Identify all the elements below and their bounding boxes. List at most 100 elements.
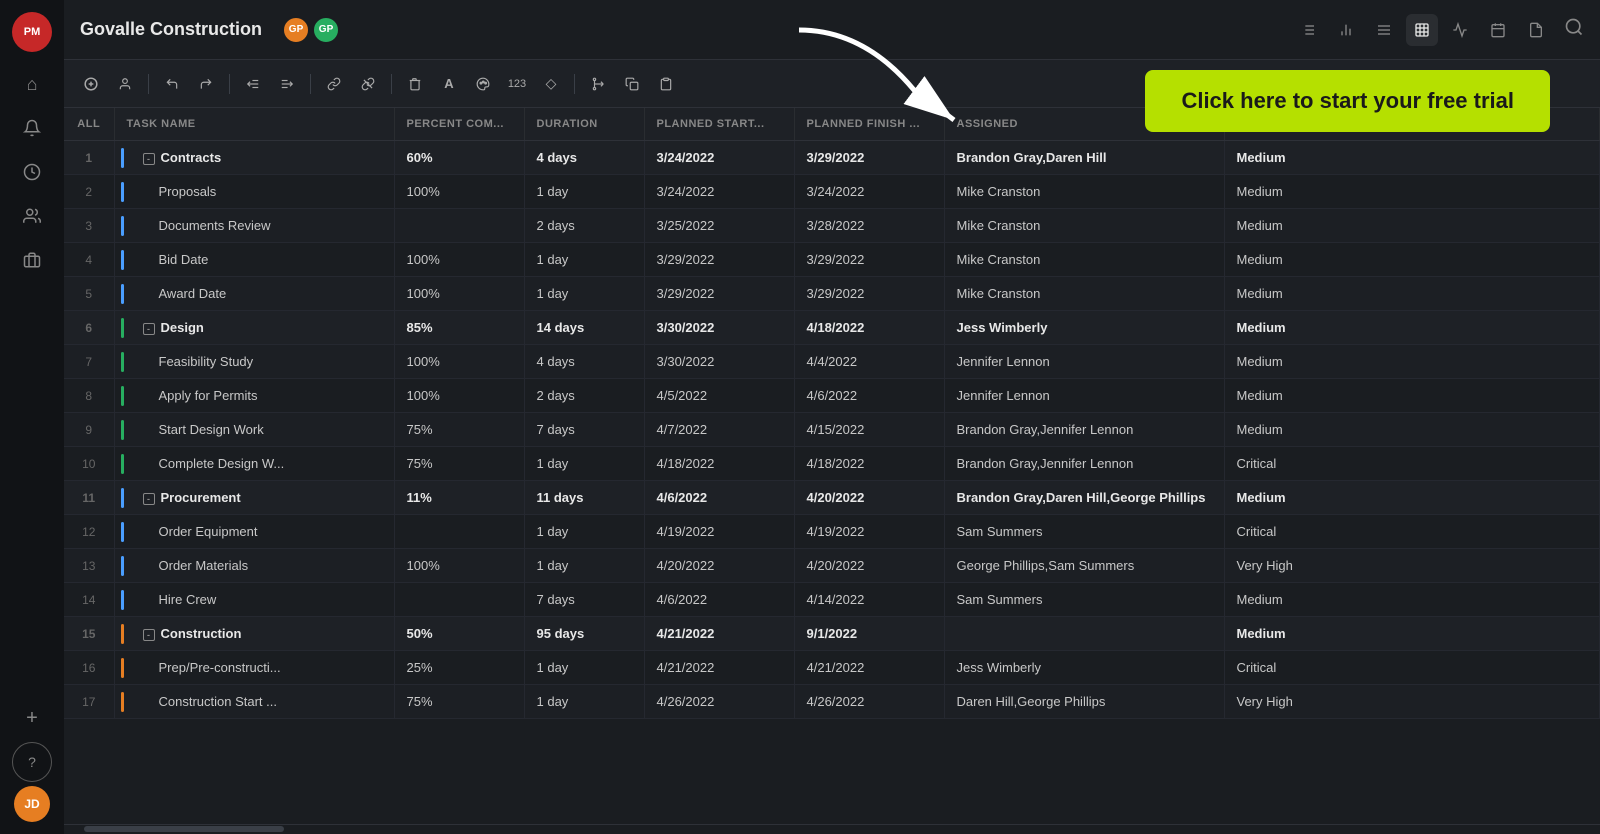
view-chart-icon[interactable] [1330, 14, 1362, 46]
table-row[interactable]: 7Feasibility Study100%4 days3/30/20224/4… [64, 345, 1600, 379]
task-name-cell[interactable]: Documents Review [114, 209, 394, 243]
task-name-cell[interactable]: Bid Date [114, 243, 394, 277]
table-row[interactable]: 12Order Equipment1 day4/19/20224/19/2022… [64, 515, 1600, 549]
table-row[interactable]: 4Bid Date100%1 day3/29/20223/29/2022Mike… [64, 243, 1600, 277]
app-logo[interactable]: PM [12, 12, 52, 52]
dependency-button[interactable] [353, 69, 383, 99]
priority-cell: Medium [1224, 345, 1600, 379]
task-name-cell[interactable]: Order Materials [114, 549, 394, 583]
duration-cell: 1 day [524, 515, 644, 549]
cut-button[interactable] [583, 69, 613, 99]
table-row[interactable]: 5Award Date100%1 day3/29/20223/29/2022Mi… [64, 277, 1600, 311]
col-duration[interactable]: DURATION [524, 108, 644, 141]
col-all[interactable]: ALL [64, 108, 114, 141]
free-trial-banner[interactable]: Click here to start your free trial [1145, 70, 1550, 132]
task-name-cell[interactable]: -Design [114, 311, 394, 345]
search-button[interactable] [1564, 17, 1584, 42]
col-task-name[interactable]: TASK NAME [114, 108, 394, 141]
task-name-cell[interactable]: -Contracts [114, 141, 394, 175]
assigned-cell: Brandon Gray,Jennifer Lennon [944, 447, 1224, 481]
sidebar-item-help[interactable]: ? [12, 742, 52, 782]
sidebar-item-time[interactable] [12, 152, 52, 192]
assigned-cell: Brandon Gray,Daren Hill [944, 141, 1224, 175]
table-row[interactable]: 3Documents Review2 days3/25/20223/28/202… [64, 209, 1600, 243]
view-table-icon[interactable] [1406, 14, 1438, 46]
start-date-cell: 4/21/2022 [644, 617, 794, 651]
finish-date-cell: 4/19/2022 [794, 515, 944, 549]
task-name-cell[interactable]: Feasibility Study [114, 345, 394, 379]
row-number: 8 [64, 379, 114, 413]
task-name-cell[interactable]: -Procurement [114, 481, 394, 515]
table-row[interactable]: 15-Construction50%95 days4/21/20229/1/20… [64, 617, 1600, 651]
sidebar-item-add[interactable]: + [12, 698, 52, 738]
duration-cell: 14 days [524, 311, 644, 345]
task-name-cell[interactable]: Hire Crew [114, 583, 394, 617]
link-button[interactable] [319, 69, 349, 99]
table-row[interactable]: 11-Procurement11%11 days4/6/20224/20/202… [64, 481, 1600, 515]
percent-cell: 100% [394, 277, 524, 311]
task-name-cell[interactable]: Proposals [114, 175, 394, 209]
task-name-cell[interactable]: -Construction [114, 617, 394, 651]
table-row[interactable]: 17Construction Start ...75%1 day4/26/202… [64, 685, 1600, 719]
priority-cell: Medium [1224, 243, 1600, 277]
task-name-cell[interactable]: Order Equipment [114, 515, 394, 549]
task-table-area[interactable]: ALL TASK NAME PERCENT COM... DURATION PL… [64, 108, 1600, 834]
percent-cell: 11% [394, 481, 524, 515]
view-calendar-icon[interactable] [1482, 14, 1514, 46]
priority-cell: Medium [1224, 617, 1600, 651]
col-planned-finish[interactable]: PLANNED FINISH ... [794, 108, 944, 141]
paste-button[interactable] [651, 69, 681, 99]
sidebar: PM ⌂ + ? JD [0, 0, 64, 834]
horizontal-scrollbar[interactable] [84, 826, 284, 832]
user-avatar[interactable]: JD [14, 786, 50, 822]
task-name-cell[interactable]: Start Design Work [114, 413, 394, 447]
view-list-icon[interactable] [1292, 14, 1324, 46]
delete-button[interactable] [400, 69, 430, 99]
table-row[interactable]: 13Order Materials100%1 day4/20/20224/20/… [64, 549, 1600, 583]
table-row[interactable]: 14Hire Crew7 days4/6/20224/14/2022Sam Su… [64, 583, 1600, 617]
view-file-icon[interactable] [1520, 14, 1552, 46]
row-number: 14 [64, 583, 114, 617]
table-row[interactable]: 10Complete Design W...75%1 day4/18/20224… [64, 447, 1600, 481]
sidebar-item-people[interactable] [12, 196, 52, 236]
percent-cell: 75% [394, 685, 524, 719]
task-name-cell[interactable]: Construction Start ... [114, 685, 394, 719]
avatar-user2[interactable]: GP [312, 16, 340, 44]
col-planned-start[interactable]: PLANNED START... [644, 108, 794, 141]
table-row[interactable]: 2Proposals100%1 day3/24/20223/24/2022Mik… [64, 175, 1600, 209]
sidebar-item-notifications[interactable] [12, 108, 52, 148]
indent-button[interactable] [272, 69, 302, 99]
priority-cell: Critical [1224, 651, 1600, 685]
redo-button[interactable] [191, 69, 221, 99]
task-name-cell[interactable]: Award Date [114, 277, 394, 311]
priority-cell: Medium [1224, 175, 1600, 209]
priority-cell: Medium [1224, 277, 1600, 311]
copy-button[interactable] [617, 69, 647, 99]
table-row[interactable]: 1-Contracts60%4 days3/24/20223/29/2022Br… [64, 141, 1600, 175]
sidebar-item-portfolio[interactable] [12, 240, 52, 280]
avatar-user1[interactable]: GP [282, 16, 310, 44]
table-row[interactable]: 6-Design85%14 days3/30/20224/18/2022Jess… [64, 311, 1600, 345]
task-name-cell[interactable]: Apply for Permits [114, 379, 394, 413]
task-name-cell[interactable]: Complete Design W... [114, 447, 394, 481]
add-task-button[interactable] [76, 69, 106, 99]
add-user-button[interactable] [110, 69, 140, 99]
table-row[interactable]: 9Start Design Work75%7 days4/7/20224/15/… [64, 413, 1600, 447]
sidebar-item-home[interactable]: ⌂ [12, 64, 52, 104]
text-format-button[interactable]: A [434, 69, 464, 99]
color-button[interactable] [468, 69, 498, 99]
table-row[interactable]: 8Apply for Permits100%2 days4/5/20224/6/… [64, 379, 1600, 413]
shape-button[interactable]: ◇ [536, 69, 566, 99]
outdent-button[interactable] [238, 69, 268, 99]
col-percent[interactable]: PERCENT COM... [394, 108, 524, 141]
percent-cell: 100% [394, 243, 524, 277]
table-row[interactable]: 16Prep/Pre-constructi...25%1 day4/21/202… [64, 651, 1600, 685]
start-date-cell: 4/18/2022 [644, 447, 794, 481]
percent-cell [394, 583, 524, 617]
finish-date-cell: 3/29/2022 [794, 141, 944, 175]
number-button[interactable]: 123 [502, 69, 532, 99]
undo-button[interactable] [157, 69, 187, 99]
view-menu-icon[interactable] [1368, 14, 1400, 46]
task-name-cell[interactable]: Prep/Pre-constructi... [114, 651, 394, 685]
view-activity-icon[interactable] [1444, 14, 1476, 46]
